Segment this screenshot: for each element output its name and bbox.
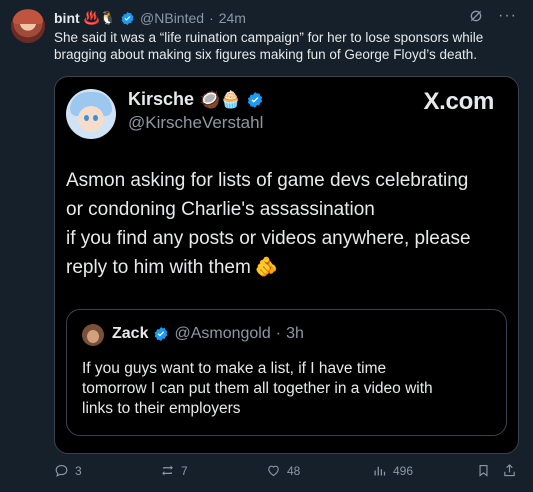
quote-author-name: Kirsche [128, 89, 195, 109]
author-avatar[interactable] [11, 9, 45, 43]
heart-icon [268, 465, 279, 477]
separator-dot: · [209, 10, 214, 26]
header-actions: ··· [468, 8, 517, 24]
author-name[interactable]: bint [54, 10, 80, 26]
views-button[interactable]: 496 [372, 463, 413, 478]
share-button[interactable] [502, 463, 517, 478]
reply-icon [55, 464, 68, 477]
tweet-header: bint ♨️🐧 @NBinted · 24m ··· [54, 8, 523, 28]
author-handle[interactable]: @NBinted [140, 10, 204, 26]
reply-button[interactable]: 3 [54, 463, 82, 478]
verified-badge-icon [155, 327, 168, 341]
quote-author-emojis: 🥥🧁 [199, 89, 242, 109]
nested-quote-card: Zack @Asmongold · 3h If you guys want to… [66, 309, 507, 436]
nested-author-handle: @Asmongold [174, 325, 271, 342]
more-icon[interactable]: ··· [498, 8, 517, 24]
verified-badge-icon [121, 11, 134, 25]
repost-icon [162, 465, 173, 476]
quote-text-line: Asmon asking for lists of game devs cele… [66, 170, 469, 191]
quote-text-line: if you find any posts or videos anywhere… [66, 228, 471, 249]
bookmark-icon [479, 464, 488, 477]
repost-count: 7 [181, 463, 188, 478]
tweet-text: She said it was a “life ruination campai… [54, 30, 484, 62]
nested-text-line: links to their employers [82, 400, 241, 417]
share-icon [504, 464, 515, 477]
tweet[interactable]: bint ♨️🐧 @NBinted · 24m ··· She said it … [0, 0, 533, 492]
zack-avatar [82, 324, 104, 346]
grok-icon[interactable] [468, 8, 484, 24]
like-button[interactable]: 48 [266, 463, 300, 478]
verified-badge-icon [248, 91, 263, 108]
nested-quote-text: If you guys want to make a list, if I ha… [82, 359, 497, 419]
quote-author-handle: @KirscheVerstahl [128, 113, 264, 132]
quote-text: Asmon asking for lists of game devs cele… [66, 166, 506, 282]
quote-text-line: reply to him with them 🫵 [66, 253, 506, 282]
repost-button[interactable]: 7 [160, 463, 188, 478]
quoted-image-card[interactable]: Kirsche 🥥🧁 @KirscheVerstahl X.com Asmon … [54, 76, 519, 454]
views-icon [374, 466, 386, 476]
nested-quote-header: Zack @Asmongold · 3h [112, 325, 304, 343]
quote-name-row: Kirsche 🥥🧁 [128, 89, 264, 110]
separator-dot: · [275, 325, 282, 342]
like-count: 48 [287, 463, 301, 478]
reply-count: 3 [75, 463, 82, 478]
bookmark-button[interactable] [476, 463, 491, 478]
nested-text-line: tomorrow I can put them all together in … [82, 380, 433, 397]
view-count: 496 [393, 463, 414, 478]
nested-post-time: 3h [286, 325, 304, 342]
pointing-hand-icon: 🫵 [254, 257, 279, 278]
kirsche-avatar [66, 89, 116, 139]
post-time[interactable]: 24m [219, 10, 246, 26]
action-bar: 3 7 48 496 [54, 463, 524, 483]
nested-text-line: If you guys want to make a list, if I ha… [82, 360, 387, 377]
quote-text-line-last: reply to him with them [66, 257, 251, 278]
nested-author-name: Zack [112, 325, 149, 342]
x-brand-logo: X.com [423, 88, 494, 115]
quote-text-line: or condoning Charlie's assassination [66, 199, 375, 220]
author-emojis: ♨️🐧 [83, 10, 117, 25]
